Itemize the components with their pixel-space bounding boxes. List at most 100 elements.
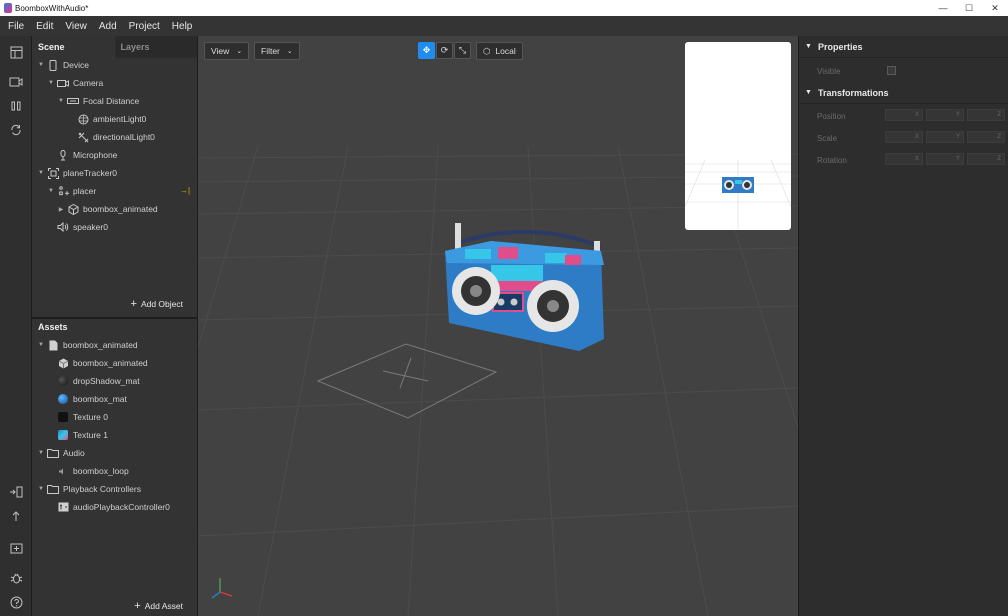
audio-icon <box>56 465 70 477</box>
refresh-icon[interactable] <box>8 122 24 138</box>
asset-item-texture-1[interactable]: Texture 1 <box>56 426 108 444</box>
asset-item-label: Playback Controllers <box>63 484 141 494</box>
local-space-toggle[interactable]: ⬡ Local <box>476 42 523 60</box>
view-dropdown[interactable]: View ⌄ <box>204 42 250 60</box>
scale-y-field[interactable]: Y <box>926 131 964 143</box>
scene-item-camera[interactable]: ▼ Camera <box>46 74 103 92</box>
tab-layers[interactable]: Layers <box>115 36 198 58</box>
scene-item-microphone[interactable]: Microphone <box>56 146 117 164</box>
move-tool-button[interactable]: ✥ <box>418 42 435 59</box>
app-logo-icon <box>4 3 12 13</box>
assets-panel: Assets ▼ boombox_animated boombox_animat… <box>32 319 198 616</box>
scale-x-field[interactable]: X <box>885 131 923 143</box>
properties-section[interactable]: ▼ Properties <box>799 36 1008 58</box>
local-label: Local <box>495 46 516 56</box>
send-to-device-icon[interactable] <box>8 484 24 500</box>
scale-z-field[interactable]: Z <box>967 131 1005 143</box>
asset-item-boombox-loop[interactable]: boombox_loop <box>56 462 129 480</box>
assets-title: Assets <box>38 322 68 332</box>
help-icon[interactable] <box>8 594 24 610</box>
speaker-icon <box>56 221 70 233</box>
properties-title: Properties <box>817 41 863 52</box>
menu-file[interactable]: File <box>0 21 30 32</box>
left-toolbar <box>0 36 32 616</box>
expand-caret-icon[interactable]: ▼ <box>36 486 46 492</box>
expand-caret-icon[interactable]: ▼ <box>36 170 46 176</box>
asset-item-label: Texture 0 <box>73 412 108 422</box>
position-x-field[interactable]: X <box>885 109 923 121</box>
transformations-section[interactable]: ▼ Transformations <box>799 82 1008 104</box>
scale-tool-button[interactable]: ⤡ <box>454 42 471 59</box>
tracked-object-icon[interactable]: →| <box>180 186 190 195</box>
scene-item-label: directionalLight0 <box>93 132 155 142</box>
expand-caret-icon[interactable]: ▼ <box>56 98 66 104</box>
scene-item-device[interactable]: ▼ Device <box>36 56 89 74</box>
scene-item-plane-tracker[interactable]: ▼ planeTracker0 <box>36 164 117 182</box>
filter-label: Filter <box>261 46 280 56</box>
boombox-model[interactable] <box>441 221 621 356</box>
menu-edit[interactable]: Edit <box>30 21 59 32</box>
chevron-down-icon: ⌄ <box>286 48 293 55</box>
file-icon <box>46 339 60 351</box>
asset-folder-audio[interactable]: ▼ Audio <box>36 444 85 462</box>
close-button[interactable]: ✕ <box>980 0 1008 16</box>
asset-item-dropshadow-mat[interactable]: dropShadow_mat <box>56 372 140 390</box>
asset-item-boombox-mat[interactable]: boombox_mat <box>56 390 127 408</box>
bug-report-icon[interactable] <box>8 570 24 586</box>
texture-icon <box>56 429 70 441</box>
scene-item-focal-distance[interactable]: ▼ Focal Distance <box>56 92 139 110</box>
asset-item-label: boombox_mat <box>73 394 127 404</box>
rotation-z-field[interactable]: Z <box>967 153 1005 165</box>
asset-item-audio-playback-controller[interactable]: audioPlaybackController0 <box>56 498 170 516</box>
expand-caret-icon[interactable]: ▼ <box>46 80 56 86</box>
collapse-caret-icon[interactable]: ▼ <box>805 43 812 50</box>
scene-item-label: Microphone <box>73 150 118 160</box>
scene-item-boombox-animated[interactable]: ▶ boombox_animated <box>56 200 158 218</box>
visible-checkbox[interactable] <box>887 66 896 75</box>
view-label: View <box>211 46 230 56</box>
position-z-field[interactable]: Z <box>967 109 1005 121</box>
rotation-y-field[interactable]: Y <box>926 153 964 165</box>
expand-caret-icon[interactable]: ▼ <box>36 342 46 348</box>
menu-bar: File Edit View Add Project Help <box>0 16 1008 36</box>
add-asset-button[interactable]: + Add Asset <box>134 600 183 612</box>
scene-item-ambient-light[interactable]: ambientLight0 <box>76 110 146 128</box>
scene-item-label: speaker0 <box>73 222 108 232</box>
scene-item-placer[interactable]: ▼ placer <box>46 182 96 200</box>
microphone-icon <box>56 149 70 161</box>
menu-help[interactable]: Help <box>166 21 199 32</box>
expand-caret-icon[interactable]: ▶ <box>56 206 66 213</box>
upload-icon[interactable] <box>8 508 24 524</box>
position-label: Position <box>817 112 846 121</box>
asset-item-boombox-object[interactable]: boombox_animated <box>56 354 148 372</box>
scene-item-speaker[interactable]: speaker0 <box>56 218 108 236</box>
chevron-down-icon: ⌄ <box>236 48 243 55</box>
expand-caret-icon[interactable]: ▼ <box>46 188 56 194</box>
expand-caret-icon[interactable]: ▼ <box>36 450 46 456</box>
add-object-button[interactable]: + Add Object <box>131 298 184 310</box>
video-icon[interactable] <box>8 74 24 90</box>
menu-add[interactable]: Add <box>93 21 123 32</box>
layout-icon[interactable] <box>8 44 24 60</box>
collapse-caret-icon[interactable]: ▼ <box>805 89 812 96</box>
menu-view[interactable]: View <box>59 21 93 32</box>
axis-gizmo <box>211 578 233 599</box>
filter-dropdown[interactable]: Filter ⌄ <box>254 42 300 60</box>
scene-item-label: Camera <box>73 78 104 88</box>
menu-project[interactable]: Project <box>123 21 166 32</box>
expand-caret-icon[interactable]: ▼ <box>36 62 46 68</box>
tab-scene[interactable]: Scene <box>32 36 115 58</box>
rotation-label: Rotation <box>817 156 847 165</box>
rotate-tool-button[interactable]: ⟳ <box>436 42 453 59</box>
scene-item-label: Device <box>63 60 89 70</box>
scene-viewport[interactable]: View ⌄ Filter ⌄ ✥ ⟳ ⤡ ⬡ Local <box>198 36 798 616</box>
library-icon[interactable] <box>8 540 24 556</box>
asset-folder-playback-controllers[interactable]: ▼ Playback Controllers <box>36 480 141 498</box>
position-y-field[interactable]: Y <box>926 109 964 121</box>
scene-item-directional-light[interactable]: directionalLight0 <box>76 128 155 146</box>
asset-item-texture-0[interactable]: Texture 0 <box>56 408 108 426</box>
asset-item-boombox-file[interactable]: ▼ boombox_animated <box>36 336 138 354</box>
device-preview[interactable] <box>685 42 791 230</box>
pause-icon[interactable] <box>8 98 24 114</box>
rotation-x-field[interactable]: X <box>885 153 923 165</box>
